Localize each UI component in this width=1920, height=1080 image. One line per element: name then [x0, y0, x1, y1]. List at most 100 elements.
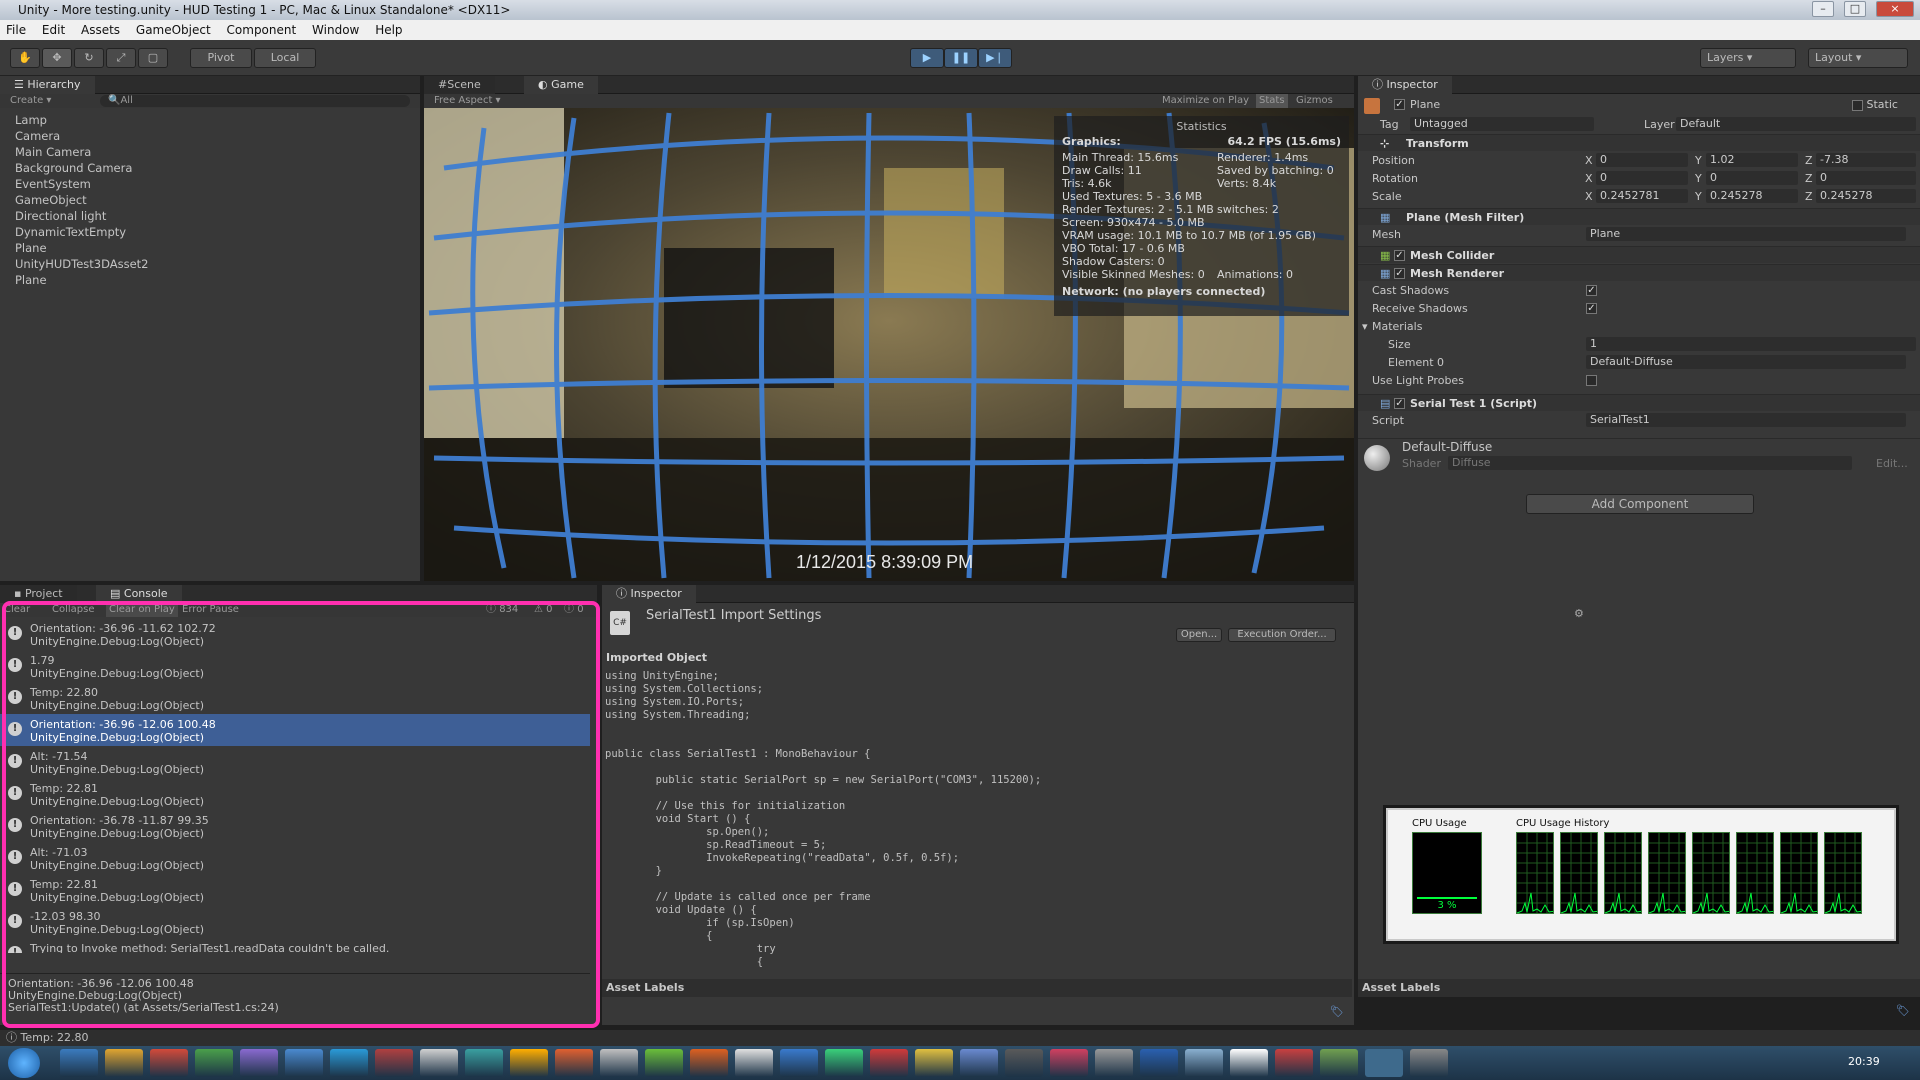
taskbar-app-icon[interactable] [60, 1049, 98, 1077]
taskbar-app-icon[interactable] [780, 1049, 818, 1077]
hierarchy-item[interactable]: Main Camera [0, 144, 420, 160]
taskbar-app-icon[interactable] [1230, 1049, 1268, 1077]
position-z-field[interactable]: -7.38 [1816, 153, 1916, 167]
scale-y-field[interactable]: 0.245278 [1706, 189, 1798, 203]
create-dropdown[interactable]: Create ▾ [10, 94, 51, 108]
mesh-collider-checkbox[interactable]: ✓ [1394, 250, 1405, 261]
script-component-checkbox[interactable]: ✓ [1394, 398, 1405, 409]
position-y-field[interactable]: 1.02 [1706, 153, 1798, 167]
gizmos-dropdown[interactable]: Gizmos [1296, 94, 1333, 108]
local-toggle[interactable]: Local [254, 48, 316, 68]
rotation-x-field[interactable]: 0 [1596, 171, 1688, 185]
taskbar-app-icon[interactable] [1275, 1049, 1313, 1077]
console-log-entry[interactable]: ! 1.79 UnityEngine.Debug:Log(Object) [0, 650, 590, 682]
pause-button[interactable]: ❚❚ [944, 48, 978, 68]
console-log-entry[interactable]: ! Temp: 22.81 UnityEngine.Debug:Log(Object… [0, 874, 590, 906]
menu-assets[interactable]: Assets [81, 23, 120, 37]
scale-x-field[interactable]: 0.2452781 [1596, 189, 1688, 203]
hierarchy-item[interactable]: Lamp [0, 112, 420, 128]
maximize-on-play-toggle[interactable]: Maximize on Play [1162, 94, 1249, 108]
taskbar-app-icon[interactable] [1365, 1049, 1403, 1077]
layout-dropdown[interactable]: Layout ▾ [1808, 48, 1908, 68]
object-name-field[interactable]: Plane [1410, 96, 1440, 113]
play-button[interactable]: ▶ [910, 48, 944, 68]
hierarchy-item[interactable]: Background Camera [0, 160, 420, 176]
taskbar-app-icon[interactable] [960, 1049, 998, 1077]
taskbar-app-icon[interactable] [105, 1049, 143, 1077]
pivot-toggle[interactable]: Pivot [190, 48, 252, 68]
menu-edit[interactable]: Edit [42, 23, 65, 37]
hierarchy-search-input[interactable]: 🔍All [100, 95, 410, 107]
console-log-entry[interactable]: ! Trying to Invoke method: SerialTest1.re… [0, 938, 590, 953]
label-tag-icon[interactable]: 🏷 [1330, 1005, 1344, 1018]
rect-tool-icon[interactable]: ▢ [138, 48, 168, 68]
taskbar-app-icon[interactable] [1095, 1049, 1133, 1077]
menu-file[interactable]: File [6, 23, 26, 37]
taskbar-app-icon[interactable] [1410, 1049, 1448, 1077]
script-component-header[interactable]: ▤ ✓ Serial Test 1 (Script) [1358, 394, 1920, 411]
taskbar-app-icon[interactable] [825, 1049, 863, 1077]
console-log-list[interactable]: ! Orientation: -36.96 -11.62 102.72 UnityE… [0, 618, 590, 953]
menu-help[interactable]: Help [375, 23, 402, 37]
maximize-button[interactable]: □ [1844, 1, 1866, 17]
menu-component[interactable]: Component [227, 23, 297, 37]
clear-on-play-toggle[interactable]: Clear on Play [106, 603, 178, 617]
hierarchy-item[interactable]: GameObject [0, 192, 420, 208]
hierarchy-item[interactable]: Plane [0, 272, 420, 288]
taskbar-app-icon[interactable] [915, 1049, 953, 1077]
layers-dropdown[interactable]: Layers ▾ [1700, 48, 1796, 68]
tab-scene[interactable]: #Scene [424, 76, 495, 94]
hierarchy-item[interactable]: Plane [0, 240, 420, 256]
taskbar-app-icon[interactable] [1005, 1049, 1043, 1077]
receive-shadows-checkbox[interactable]: ✓ [1586, 303, 1597, 314]
hierarchy-item[interactable]: DynamicTextEmpty [0, 224, 420, 240]
materials-size-field[interactable]: 1 [1586, 337, 1916, 351]
hand-tool-icon[interactable]: ✋ [10, 48, 40, 68]
taskbar-app-icon[interactable] [285, 1049, 323, 1077]
inspector-label-tag-icon[interactable]: 🏷 [1896, 1004, 1910, 1017]
tab-console[interactable]: ▤ Console [96, 585, 182, 603]
mesh-filter-header[interactable]: ▦ Plane (Mesh Filter) [1358, 208, 1920, 225]
mesh-renderer-checkbox[interactable]: ✓ [1394, 268, 1405, 279]
console-log-entry[interactable]: ! Orientation: -36.96 -11.62 102.72 UnityE… [0, 618, 590, 650]
taskbar-app-icon[interactable] [330, 1049, 368, 1077]
mesh-field[interactable]: Plane [1586, 227, 1906, 241]
close-button[interactable]: × [1876, 1, 1914, 17]
taskbar-app-icon[interactable] [645, 1049, 683, 1077]
shader-edit-button[interactable]: Edit... [1876, 455, 1908, 472]
log-count-badge[interactable]: ⓘ 834 [486, 603, 518, 617]
active-checkbox[interactable]: ✓ [1394, 99, 1405, 110]
hierarchy-item[interactable]: Camera [0, 128, 420, 144]
game-viewport[interactable]: 1/12/2015 8:39:09 PM Statistics Graphics… [424, 108, 1354, 581]
taskbar-app-icon[interactable] [195, 1049, 233, 1077]
tab-project[interactable]: ▪ Project [0, 585, 77, 603]
stats-toggle[interactable]: Stats [1256, 94, 1288, 108]
transform-header[interactable]: ⊹ Transform [1358, 134, 1920, 151]
layer-dropdown[interactable]: Default [1676, 117, 1916, 131]
execution-order-button[interactable]: Execution Order... [1228, 628, 1336, 642]
clear-button[interactable]: Clear [4, 603, 30, 617]
taskbar-app-icon[interactable] [555, 1049, 593, 1077]
element0-field[interactable]: Default-Diffuse [1586, 355, 1906, 369]
start-button-icon[interactable] [8, 1048, 40, 1078]
console-log-entry[interactable]: ! Orientation: -36.96 -12.06 100.48 UnityE… [0, 714, 590, 746]
console-log-entry[interactable]: ! Orientation: -36.78 -11.87 99.35 UnityEn… [0, 810, 590, 842]
rotation-y-field[interactable]: 0 [1706, 171, 1798, 185]
hierarchy-item[interactable]: UnityHUDTest3DAsset2 [0, 256, 420, 272]
settings-gear-icon[interactable]: ⚙ [1574, 607, 1584, 620]
tab-script-inspector[interactable]: ⓘ Inspector [602, 585, 696, 603]
taskbar-app-icon[interactable] [735, 1049, 773, 1077]
console-log-entry[interactable]: ! Temp: 22.81 UnityEngine.Debug:Log(Object… [0, 778, 590, 810]
console-log-entry[interactable]: ! Alt: -71.03 UnityEngine.Debug:Log(Object… [0, 842, 590, 874]
menu-window[interactable]: Window [312, 23, 359, 37]
rotate-tool-icon[interactable]: ↻ [74, 48, 104, 68]
taskbar-app-icon[interactable] [1185, 1049, 1223, 1077]
menu-gameobject[interactable]: GameObject [136, 23, 211, 37]
taskbar-app-icon[interactable] [375, 1049, 413, 1077]
step-button[interactable]: ▶❘ [978, 48, 1012, 68]
taskbar-app-icon[interactable] [465, 1049, 503, 1077]
cast-shadows-checkbox[interactable]: ✓ [1586, 285, 1597, 296]
console-log-entry[interactable]: ! Temp: 22.80 UnityEngine.Debug:Log(Object… [0, 682, 590, 714]
taskbar-app-icon[interactable] [420, 1049, 458, 1077]
error-count-badge[interactable]: ⓘ 0 [564, 603, 584, 617]
